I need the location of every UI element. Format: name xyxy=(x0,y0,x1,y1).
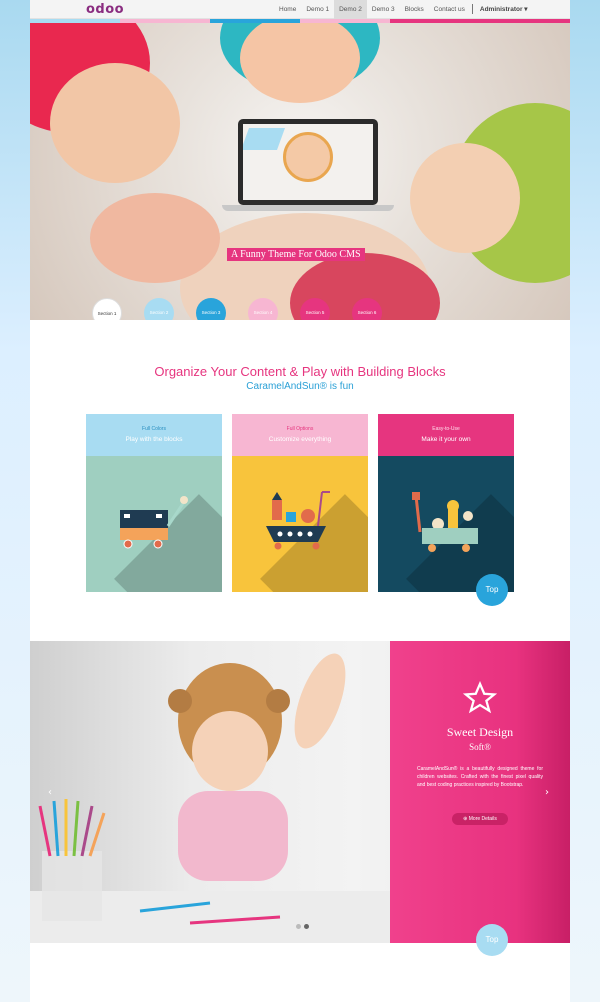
top-button[interactable]: Top xyxy=(476,574,508,606)
section-4-button[interactable]: Section 4 xyxy=(248,298,278,320)
toy-boat-icon xyxy=(266,491,330,550)
toy-cart-icon xyxy=(412,492,478,552)
wagon-icon xyxy=(120,496,188,549)
laptop-base xyxy=(222,205,394,211)
card-illustration xyxy=(86,456,222,592)
laptop-screen xyxy=(243,124,373,200)
card-header: Easy-to-Use Make it your own xyxy=(378,414,514,456)
nav-item-contact-us[interactable]: Contact us xyxy=(429,0,470,19)
star-icon xyxy=(463,681,497,714)
navbar: odoo Home Demo 1 Demo 2 Demo 3 Blocks Co… xyxy=(30,0,570,19)
section-6-button[interactable]: Section 6 xyxy=(352,298,382,320)
card-illustration xyxy=(378,456,514,592)
hero-photo-shape xyxy=(240,23,360,103)
user-menu[interactable]: Administrator ▾ xyxy=(475,0,533,19)
nav-item-blocks[interactable]: Blocks xyxy=(400,0,429,19)
slide-subtitle: Soft® xyxy=(469,742,491,752)
card-title: Customize everything xyxy=(268,436,332,443)
slider-dot[interactable] xyxy=(296,924,301,929)
slider-next-arrow[interactable]: › xyxy=(545,787,549,798)
image-slider: ‹ Sweet Design Soft® CaramelAndSun® is a… xyxy=(30,641,570,943)
card-tag: Full Colors xyxy=(142,426,166,432)
slide-title: Sweet Design xyxy=(446,725,514,739)
section-nav: Section 1 Section 2 Section 3 Section 4 … xyxy=(30,298,570,320)
card-header: Full Options Customize everything xyxy=(232,414,368,456)
section-3-button[interactable]: Section 3 xyxy=(196,298,226,320)
section-subtitle: CaramelAndSun® is fun xyxy=(246,381,354,392)
top-button-bottom[interactable]: Top xyxy=(476,924,508,956)
card-tag: Full Options xyxy=(286,426,314,432)
decor-shape xyxy=(243,128,286,150)
odoo-logo[interactable]: odoo xyxy=(86,2,124,17)
hero-photo-shape xyxy=(90,193,220,283)
section-2-button[interactable]: Section 2 xyxy=(144,298,174,320)
slider-prev-arrow[interactable]: ‹ xyxy=(48,787,52,798)
card-tag: Easy-to-Use xyxy=(432,426,460,432)
sun-logo-icon xyxy=(283,132,333,182)
card-illustration xyxy=(232,456,368,592)
nav-item-home[interactable]: Home xyxy=(274,0,301,19)
child-photo xyxy=(30,653,390,943)
nav-item-demo-3[interactable]: Demo 3 xyxy=(367,0,400,19)
more-details-label: More Details xyxy=(468,816,497,822)
feature-card-easy: Easy-to-Use Make it your own xyxy=(378,414,514,592)
card-header: Full Colors Play with the blocks xyxy=(86,414,222,456)
page: odoo Home Demo 1 Demo 2 Demo 3 Blocks Co… xyxy=(30,0,570,1002)
feature-card-options: Full Options Customize everything xyxy=(232,414,368,592)
card-title: Play with the blocks xyxy=(125,436,183,443)
section-title: Organize Your Content & Play with Buildi… xyxy=(154,364,446,379)
hero-banner: A Funny Theme For Odoo CMS Section 1 Sec… xyxy=(30,23,570,320)
laptop-image xyxy=(238,119,378,205)
slider-pager xyxy=(296,924,309,929)
slide-description: CaramelAndSun® is a beautifully designed… xyxy=(417,766,543,788)
nav-item-demo-1[interactable]: Demo 1 xyxy=(301,0,334,19)
section-5-button[interactable]: Section 5 xyxy=(300,298,330,320)
feature-card-colors: Full Colors Play with the blocks xyxy=(86,414,222,592)
hero-caption: A Funny Theme For Odoo CMS xyxy=(227,248,365,261)
slider-dot-active[interactable] xyxy=(304,924,309,929)
more-details-button[interactable]: ⊕ More Details xyxy=(452,813,508,825)
nav-item-demo-2[interactable]: Demo 2 xyxy=(334,0,367,19)
section-1-button[interactable]: Section 1 xyxy=(92,298,122,320)
hero-photo-shape xyxy=(410,143,520,253)
card-title: Make it your own xyxy=(421,436,471,443)
slide-caption-panel: Sweet Design Soft® CaramelAndSun® is a b… xyxy=(390,641,570,943)
hero-photo-shape xyxy=(50,63,180,183)
nav-divider xyxy=(471,4,473,14)
main-nav: Home Demo 1 Demo 2 Demo 3 Blocks Contact… xyxy=(274,0,533,19)
